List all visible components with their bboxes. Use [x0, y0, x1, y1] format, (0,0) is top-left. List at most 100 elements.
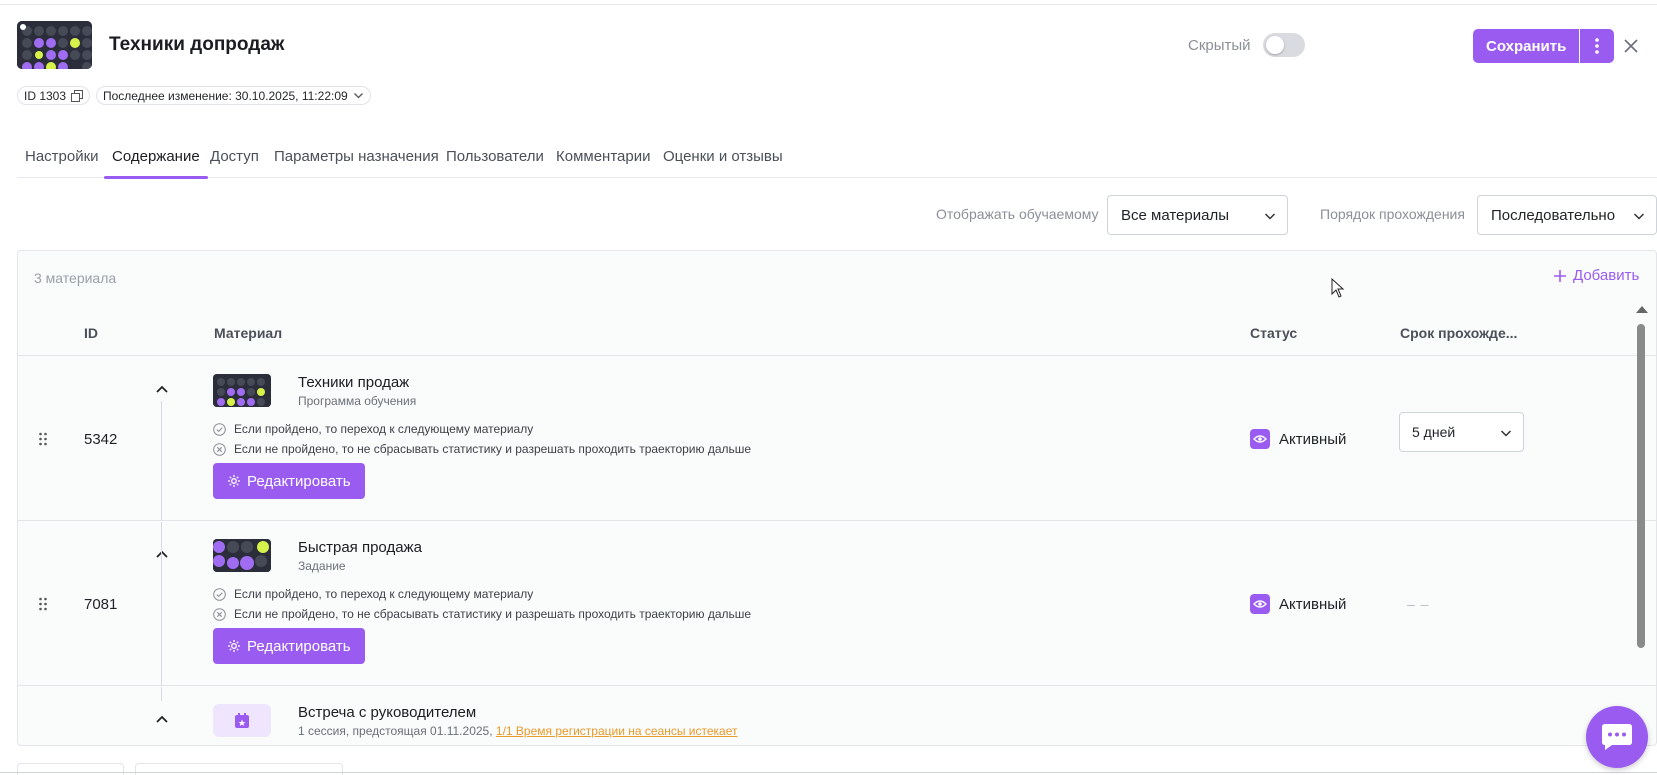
chevron-up-icon[interactable] — [154, 711, 170, 727]
page-size-select[interactable] — [135, 763, 343, 775]
material-thumbnail — [213, 374, 271, 407]
rule-pass-text: Если пройдено, то переход к следующему м… — [234, 587, 534, 601]
chevron-down-icon — [1500, 430, 1512, 437]
close-button[interactable] — [1622, 37, 1640, 55]
toggle-knob — [1266, 36, 1284, 54]
chevron-down-icon — [353, 93, 363, 99]
gear-icon — [228, 640, 240, 652]
hidden-toggle-label: Скрытый — [1188, 37, 1251, 54]
hidden-toggle[interactable] — [1263, 33, 1305, 57]
drag-handle-icon[interactable] — [38, 432, 48, 446]
chevron-up-icon[interactable] — [154, 546, 170, 562]
eye-icon — [1250, 594, 1270, 614]
materials-count: 3 материала — [34, 270, 117, 286]
edit-button-label: Редактировать — [247, 472, 351, 490]
edit-material-button[interactable]: Редактировать — [213, 463, 365, 499]
plus-icon — [1554, 269, 1566, 282]
rule-pass: Если пройдено, то переход к следующему м… — [213, 422, 533, 436]
save-button[interactable]: Сохранить — [1473, 29, 1580, 63]
table-row: 7081 Быстрая продажа Задание Если пройде… — [18, 522, 1656, 686]
edit-material-button[interactable]: Редактировать — [213, 628, 365, 664]
material-id: 7081 — [84, 596, 118, 613]
materials-table: 3 материала Добавить ID Материал Статус … — [17, 250, 1657, 746]
page-title: Техники допродаж — [109, 34, 285, 55]
more-actions-button[interactable] — [1580, 29, 1615, 63]
status-text: Активный — [1279, 430, 1347, 448]
rule-pass: Если пройдено, то переход к следующему м… — [213, 587, 533, 601]
table-row: 5342 Техники продаж Программа обучения Е… — [18, 357, 1656, 521]
chevron-down-icon — [1264, 213, 1276, 220]
status-badge: Активный — [1250, 594, 1346, 614]
drag-handle-icon[interactable] — [38, 597, 48, 611]
table-header: ID Материал Статус Срок прохожде... — [18, 309, 1656, 356]
deadline-empty: – – — [1407, 596, 1430, 612]
display-select[interactable]: Все материалы — [1107, 195, 1288, 235]
check-circle-icon — [213, 587, 226, 601]
scrollbar-thumb[interactable] — [1637, 324, 1645, 648]
chat-button[interactable] — [1586, 706, 1648, 768]
calendar-star-icon — [235, 712, 249, 728]
copy-icon[interactable] — [71, 89, 84, 102]
deadline-select[interactable]: 5 дней — [1399, 412, 1524, 452]
column-header-material[interactable]: Материал — [214, 325, 282, 341]
rule-pass-text: Если пройдено, то переход к следующему м… — [234, 422, 534, 436]
order-select-value: Последовательно — [1491, 206, 1616, 224]
column-header-status[interactable]: Статус — [1250, 325, 1297, 341]
chat-bubble-icon — [1602, 724, 1632, 750]
meeting-thumbnail — [213, 704, 271, 737]
display-filter-label: Отображать обучаемому — [936, 206, 1099, 222]
tab-content[interactable]: Содержание — [104, 148, 208, 179]
material-type: Программа обучения — [298, 394, 417, 408]
id-value: ID 1303 — [24, 88, 67, 103]
mouse-cursor-icon — [1331, 278, 1345, 298]
rule-fail: Если не пройдено, то не сбрасывать стати… — [213, 442, 751, 456]
tab-settings[interactable]: Настройки — [17, 148, 107, 178]
meeting-session-info: 1 сессия, предстоящая 01.11.2025, 1/1 Вр… — [298, 724, 738, 738]
pagination[interactable] — [17, 763, 124, 775]
save-button-group: Сохранить — [1473, 29, 1615, 63]
sequence-line — [161, 401, 162, 521]
column-header-deadline[interactable]: Срок прохожде... — [1400, 325, 1517, 341]
chevron-down-icon — [1633, 213, 1645, 220]
tab-ratings[interactable]: Оценки и отзывы — [655, 148, 791, 178]
x-circle-icon — [213, 442, 226, 456]
tab-assignment-params[interactable]: Параметры назначения — [266, 148, 447, 178]
order-select[interactable]: Последовательно — [1477, 195, 1657, 235]
rule-fail-text: Если не пройдено, то не сбрасывать стати… — [234, 607, 752, 621]
scroll-up-arrow[interactable] — [1636, 306, 1648, 313]
display-select-value: Все материалы — [1121, 206, 1229, 224]
add-material-label: Добавить — [1573, 267, 1640, 284]
material-id: 5342 — [84, 431, 118, 448]
divider — [0, 772, 1657, 773]
id-chip: ID 1303 — [17, 86, 91, 105]
column-header-id[interactable]: ID — [84, 325, 98, 341]
tab-comments[interactable]: Комментарии — [548, 148, 658, 178]
deadline-value: 5 дней — [1412, 424, 1456, 440]
kebab-menu-icon — [1595, 38, 1600, 54]
rule-fail-text: Если не пройдено, то не сбрасывать стати… — [234, 442, 752, 456]
chevron-up-icon[interactable] — [154, 381, 170, 397]
rule-fail: Если не пройдено, то не сбрасывать стати… — [213, 607, 751, 621]
edit-button-label: Редактировать — [247, 637, 351, 655]
last-changed-chip[interactable]: Последнее изменение: 30.10.2025, 11:22:0… — [96, 86, 371, 105]
material-thumbnail — [213, 539, 271, 572]
tab-access[interactable]: Доступ — [202, 148, 267, 178]
sequence-line — [161, 687, 162, 701]
tab-users[interactable]: Пользователи — [438, 148, 552, 178]
status-text: Активный — [1279, 595, 1347, 613]
course-cover-image — [17, 21, 92, 69]
session-text: 1 сессия, предстоящая 01.11.2025, — [298, 724, 496, 738]
eye-icon — [1250, 429, 1270, 449]
table-row: Встреча с руководителем 1 сессия, предст… — [18, 687, 1656, 745]
add-material-button[interactable]: Добавить — [1553, 267, 1639, 284]
tab-bar: Настройки Содержание Доступ Параметры на… — [17, 145, 1657, 179]
registration-link[interactable]: 1/1 Время регистрации на сеансы истекает — [496, 724, 738, 738]
material-name[interactable]: Техники продаж — [298, 374, 409, 391]
x-circle-icon — [213, 607, 226, 621]
material-name[interactable]: Быстрая продажа — [298, 539, 422, 556]
material-name[interactable]: Встреча с руководителем — [298, 704, 476, 721]
sequence-line — [161, 522, 162, 686]
divider — [0, 4, 1657, 5]
status-badge: Активный — [1250, 429, 1346, 449]
last-changed-text: Последнее изменение: 30.10.2025, 11:22:0… — [103, 88, 348, 103]
